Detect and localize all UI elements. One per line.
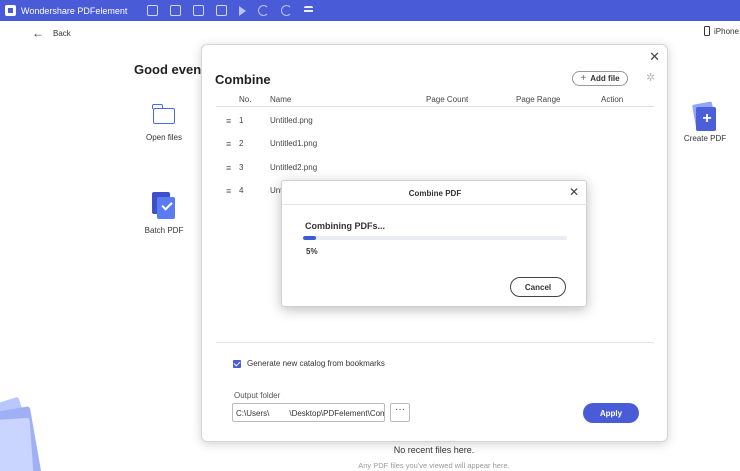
progress-bar-fill xyxy=(303,236,317,240)
progress-bar xyxy=(303,236,567,240)
no-recent-files-text: No recent files here. xyxy=(393,445,475,455)
progress-percent: 5% xyxy=(306,247,318,256)
add-file-label: Add file xyxy=(590,74,620,83)
phone-icon xyxy=(704,26,710,36)
create-pdf-icon: + xyxy=(692,101,718,131)
column-page-count: Page Count xyxy=(426,95,469,104)
settings-icon[interactable]: ✲ xyxy=(646,73,657,84)
plus-icon: + xyxy=(580,73,587,84)
progress-status: Combining PDFs... xyxy=(305,221,385,231)
batch-pdf-tile[interactable]: Batch PDF xyxy=(143,192,185,235)
pdfelement-logo-icon xyxy=(5,5,16,16)
table-row[interactable]: ≡ 2 Untitled1.png xyxy=(216,137,446,151)
drag-handle-icon[interactable]: ≡ xyxy=(226,186,231,196)
dialog-title: Combine PDF xyxy=(408,189,462,198)
play-icon[interactable] xyxy=(239,5,247,16)
table-row[interactable]: ≡ 1 Untitled.png xyxy=(216,114,446,128)
drag-handle-icon[interactable]: ≡ xyxy=(226,139,231,149)
recent-files-hint: Any PDF files you've viewed will appear … xyxy=(358,461,510,470)
column-name: Name xyxy=(270,95,292,104)
row-number: 1 xyxy=(239,116,244,125)
batch-pdf-label: Batch PDF xyxy=(144,226,184,235)
generate-catalog-option[interactable]: Generate new catalog from bookmarks xyxy=(233,359,385,368)
column-page-range: Page Range xyxy=(516,95,561,104)
combine-progress-dialog: Combine PDF ✕ Combining PDFs... 5% Cance… xyxy=(281,180,588,307)
add-file-button[interactable]: + Add file xyxy=(572,71,628,86)
table-row[interactable]: ≡ 3 Untitled2.png xyxy=(216,161,446,175)
app-title: Wondershare PDFelement xyxy=(21,5,128,16)
save-icon[interactable] xyxy=(170,5,182,16)
drag-handle-icon[interactable]: ≡ xyxy=(226,116,231,126)
row-number: 3 xyxy=(239,163,244,172)
cancel-button[interactable]: Cancel xyxy=(510,277,566,297)
drag-handle-icon[interactable]: ≡ xyxy=(226,163,231,173)
close-icon[interactable]: ✕ xyxy=(649,49,660,65)
menu-icon[interactable] xyxy=(304,6,314,15)
folder-icon[interactable] xyxy=(147,5,159,16)
generate-catalog-label: Generate new catalog from bookmarks xyxy=(247,359,385,368)
file-name: Untitled1.png xyxy=(270,139,318,148)
divider xyxy=(216,342,654,343)
combine-title: Combine xyxy=(215,72,271,87)
undo-icon[interactable] xyxy=(258,5,270,16)
browse-button[interactable]: ··· xyxy=(390,403,410,422)
batch-pdf-icon xyxy=(152,192,176,220)
redo-icon[interactable] xyxy=(281,5,293,16)
arrow-left-icon: ← xyxy=(32,26,44,40)
output-folder-input[interactable]: C:\Users\ \Desktop\PDFelement\Com xyxy=(232,403,385,422)
open-files-label: Open files xyxy=(145,133,183,142)
divider xyxy=(282,204,588,205)
apply-button[interactable]: Apply xyxy=(583,403,639,423)
create-pdf-tile[interactable]: + Create PDF xyxy=(682,101,728,143)
open-folder-icon xyxy=(152,104,175,124)
generate-catalog-checkbox[interactable] xyxy=(233,359,241,368)
row-number: 4 xyxy=(239,186,244,195)
file-table-header: No. Name Page Count Page Range Action xyxy=(216,93,654,107)
decorative-pages-illustration xyxy=(0,395,50,471)
file-name: Untitled2.png xyxy=(270,163,318,172)
column-no: No. xyxy=(239,95,252,104)
column-action: Action xyxy=(601,95,624,104)
title-bar: Wondershare PDFelement xyxy=(0,0,740,21)
row-number: 2 xyxy=(239,139,244,148)
back-label: Back xyxy=(53,28,71,38)
print-icon[interactable] xyxy=(216,5,228,16)
output-folder-label: Output folder xyxy=(234,391,281,400)
file-name: Untitled.png xyxy=(270,116,313,125)
iphone-label: iPhone xyxy=(714,26,739,36)
open-files-tile[interactable]: Open files xyxy=(143,104,185,142)
create-pdf-label: Create PDF xyxy=(683,134,727,143)
back-button[interactable]: ← Back xyxy=(32,26,71,40)
iphone-button[interactable]: iPhone xyxy=(704,26,739,36)
mail-icon[interactable] xyxy=(193,5,205,16)
close-icon[interactable]: ✕ xyxy=(569,185,579,199)
